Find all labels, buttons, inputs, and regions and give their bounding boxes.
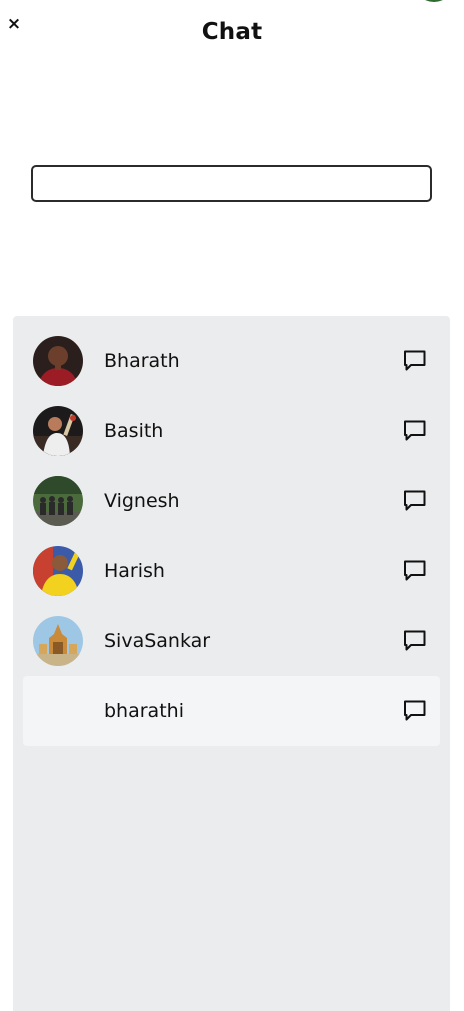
contact-name: Vignesh [104, 490, 180, 512]
contact-avatar [33, 336, 83, 386]
contact-avatar [33, 476, 83, 526]
contact-name: Bharath [104, 350, 180, 372]
contact-row-bharath[interactable]: Bharath [23, 326, 440, 396]
profile-avatar[interactable] [414, 0, 454, 2]
message-square-icon[interactable] [402, 629, 428, 653]
contact-name: Basith [104, 420, 164, 442]
contact-row-sivasankar[interactable]: SivaSankar [23, 606, 440, 676]
page-title: Chat [201, 19, 263, 45]
message-square-icon[interactable] [402, 419, 428, 443]
contact-name: bharathi [104, 700, 184, 722]
chat-screen: × Chat Bharath Basith Vignesh Harish Siv… [0, 0, 464, 1011]
contact-row-bharathi[interactable]: bharathi [23, 676, 440, 746]
message-square-icon[interactable] [402, 559, 428, 583]
contact-row-harish[interactable]: Harish [23, 536, 440, 606]
contact-avatar [33, 616, 83, 666]
contact-avatar [33, 546, 83, 596]
contact-row-basith[interactable]: Basith [23, 396, 440, 466]
search-input[interactable] [31, 165, 432, 202]
message-square-icon[interactable] [402, 349, 428, 373]
message-square-icon[interactable] [402, 699, 428, 723]
contact-list: Bharath Basith Vignesh Harish SivaSankar… [13, 316, 450, 1011]
message-square-icon[interactable] [402, 489, 428, 513]
contact-avatar [33, 406, 83, 456]
contact-name: Harish [104, 560, 165, 582]
contact-row-vignesh[interactable]: Vignesh [23, 466, 440, 536]
contact-name: SivaSankar [104, 630, 211, 652]
